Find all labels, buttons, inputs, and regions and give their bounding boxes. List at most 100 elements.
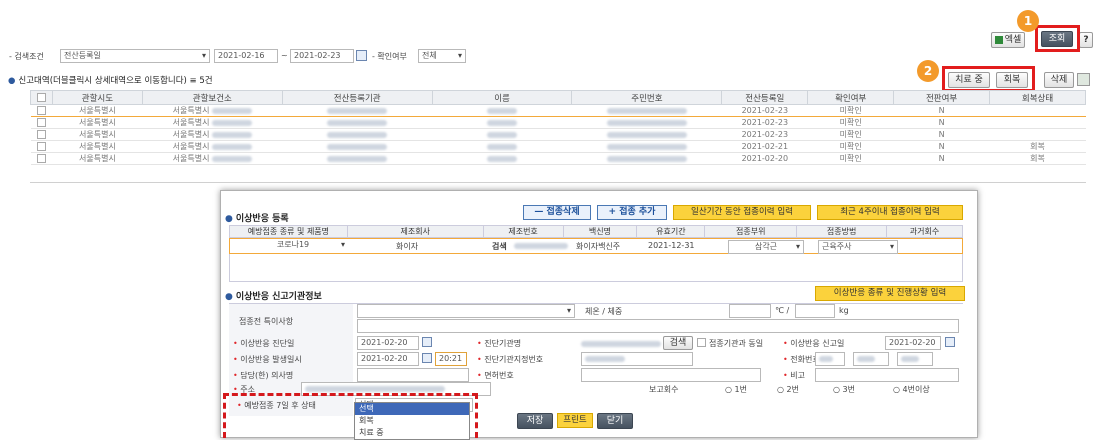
col-flag: 전판여부: [893, 90, 991, 105]
radio-1[interactable]: ○ 1번: [725, 384, 747, 395]
table-row[interactable]: 서울특별시 서울특별시 2021-02-21 미확인 N 회복: [30, 140, 1086, 153]
calendar-icon[interactable]: [356, 50, 367, 61]
phone-input-3[interactable]: [897, 352, 933, 366]
vaccination-table: 예방접종 종류 및 제품명 제조회사 제조번호 백신명 유효기간 접종부위 접종…: [229, 225, 963, 238]
save-button[interactable]: 저장: [517, 413, 553, 429]
highlight-action-buttons: [942, 66, 1035, 92]
product-select[interactable]: 코로나19: [238, 239, 348, 253]
select-all-checkbox[interactable]: [30, 90, 53, 105]
row-checkbox[interactable]: [36, 106, 46, 115]
condition-label: - 검색조건: [9, 52, 44, 61]
weight-label: 체온 / 체중: [585, 307, 623, 316]
method-select[interactable]: 근육주사: [818, 240, 898, 254]
date-from-input[interactable]: 2021-02-16: [214, 49, 278, 63]
pre-note-select[interactable]: [357, 304, 575, 318]
date-to-input[interactable]: 2021-02-23: [290, 49, 354, 63]
add-vaccination-button[interactable]: + 접종 추가: [597, 205, 667, 220]
hospital-redacted: [581, 341, 661, 347]
report-count-label: 보고회수: [649, 385, 679, 394]
section-registration-title: 이상반응 등록: [225, 211, 289, 224]
report-table-header: 관할시도 관할보건소 전산등록기관 이름 주민번호 전산등록일 확인여부 전판여…: [30, 90, 1086, 105]
hospital-search-button[interactable]: 검색: [663, 336, 693, 350]
period-history-button[interactable]: 일산기간 동안 접종이력 입력: [673, 205, 811, 220]
maker-text: 화이자: [396, 242, 419, 251]
step-badge-2: 2: [917, 60, 939, 82]
col-reg-date: 전산등록일: [721, 90, 809, 105]
confirm-label: - 확인여부: [372, 52, 407, 61]
recent-history-button[interactable]: 최근 4주이내 접종이력 입력: [817, 205, 963, 220]
radio-4[interactable]: ○ 4번이상: [893, 384, 930, 395]
col-institution: 전산등록기관: [281, 90, 433, 105]
vaccination-area: [229, 254, 963, 282]
condition-select[interactable]: 전산등록일: [60, 49, 210, 63]
weight-input[interactable]: [795, 304, 835, 318]
vaccination-row[interactable]: 코로나19 화이자 검색 화이자백신주 2021-12-31 삼각근 근육주사: [229, 238, 963, 254]
col-name: 이름: [431, 90, 573, 105]
list-bottom-border: [30, 182, 1086, 183]
kg-unit: kg: [839, 306, 849, 315]
vaccine-name: 화이자백신주: [576, 242, 621, 251]
table-row[interactable]: 서울특별시 서울특별시 2021-02-23 미확인 N: [30, 128, 1086, 141]
col-status: 회복상태: [989, 90, 1086, 105]
table-row[interactable]: 서울특별시 서울특별시 2021-02-20 미확인 N 회복: [30, 152, 1086, 165]
row-checkbox[interactable]: [36, 142, 46, 151]
same-checkbox[interactable]: [697, 338, 706, 347]
print-button[interactable]: 프린트: [557, 413, 593, 428]
table-row[interactable]: 서울특별시 서울특별시 2021-02-23 미확인 N: [30, 104, 1086, 117]
col-id: 주민번호: [571, 90, 723, 105]
note-input[interactable]: [815, 368, 959, 382]
temp-unit: ℃ /: [775, 306, 790, 315]
pre-note-input[interactable]: [357, 319, 959, 333]
excel-button[interactable]: 엑셀: [991, 32, 1025, 48]
delete-button[interactable]: 삭제: [1044, 72, 1074, 88]
same-label: 접종기관과 동일: [709, 339, 764, 348]
temperature-input[interactable]: [729, 304, 771, 318]
confirm-select[interactable]: 전체: [418, 49, 466, 63]
license-label: • 면허번호: [477, 371, 514, 380]
col-confirm: 확인여부: [807, 90, 895, 105]
occur-label: • 이상반응 발생일시: [233, 355, 302, 364]
phone-input-1[interactable]: [815, 352, 845, 366]
calendar-icon[interactable]: [422, 353, 432, 363]
maker-search-button[interactable]: 검색: [492, 241, 507, 252]
pre-note-label: 접종전 특이사항: [239, 317, 294, 326]
diag-date-label: • 이상반응 진단일: [233, 339, 295, 348]
reaction-type-button[interactable]: 이상반응 종류 및 진행상황 입력: [815, 286, 965, 301]
report-date-label: • 이상반응 신고일: [783, 339, 845, 348]
calendar-icon[interactable]: [422, 337, 432, 347]
vaccination-table-header: 예방접종 종류 및 제품명 제조회사 제조번호 백신명 유효기간 접종부위 접종…: [229, 225, 963, 238]
section-reporter-title: 이상반응 신고기관정보: [225, 289, 322, 302]
close-button[interactable]: 닫기: [597, 413, 633, 429]
diag-date-input[interactable]: 2021-02-20: [357, 336, 419, 350]
row-checkbox[interactable]: [36, 130, 46, 139]
col-sido: 관할시도: [51, 90, 143, 105]
date-separator: ~: [281, 51, 288, 60]
calendar-icon[interactable]: [945, 337, 955, 347]
row-checkbox[interactable]: [36, 154, 46, 163]
hospital-no-label: • 진단기관지정번호: [477, 355, 544, 364]
phone-input-2[interactable]: [853, 352, 889, 366]
note-label: • 비고: [783, 371, 805, 380]
occur-date-input[interactable]: 2021-02-20: [357, 352, 419, 366]
doctor-input[interactable]: [357, 368, 469, 382]
radio-3[interactable]: ○ 3번: [833, 384, 855, 395]
table-row[interactable]: 서울특별시 서울특별시 2021-02-23 미확인 N: [30, 116, 1086, 129]
export-icon[interactable]: [1077, 73, 1090, 86]
help-button[interactable]: ?: [1079, 32, 1093, 48]
hospital-label: • 진단기관명: [477, 339, 522, 348]
expiry-date: 2021-12-31: [648, 241, 695, 250]
col-bogeonso: 관할보건소: [141, 90, 283, 105]
hospital-no-input[interactable]: [581, 352, 693, 366]
lot-number-redacted: [514, 243, 568, 249]
row-checkbox[interactable]: [36, 118, 46, 127]
remove-vaccination-button[interactable]: — 접종삭제: [523, 205, 591, 220]
site-select[interactable]: 삼각근: [728, 240, 804, 254]
excel-icon: [994, 35, 1003, 44]
highlight-state7: [223, 393, 478, 438]
doctor-label: • 담당(한) 의사명: [233, 371, 294, 380]
report-table: 관할시도 관할보건소 전산등록기관 이름 주민번호 전산등록일 확인여부 전판여…: [30, 90, 1086, 165]
occur-time-input[interactable]: 20:21: [435, 352, 467, 366]
report-date-input[interactable]: 2021-02-20: [885, 336, 941, 350]
radio-2[interactable]: ○ 2번: [777, 384, 799, 395]
license-input[interactable]: [581, 368, 761, 382]
